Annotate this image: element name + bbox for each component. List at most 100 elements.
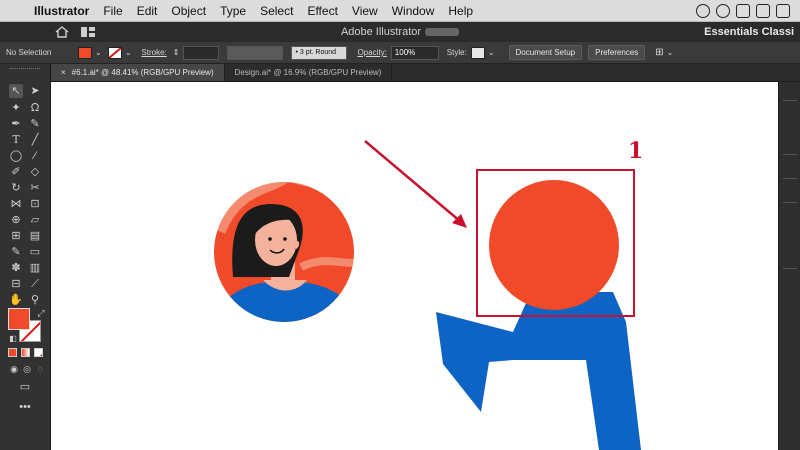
color-mode-button[interactable] <box>8 348 17 357</box>
mesh-tool-icon[interactable]: ⊞ <box>9 229 23 243</box>
hand-tool-icon[interactable]: ✋ <box>9 293 23 307</box>
close-icon[interactable]: × <box>61 68 66 77</box>
menu-view[interactable]: View <box>345 4 385 18</box>
panel-divider <box>783 202 797 203</box>
workspace-switcher[interactable]: Essentials Classi <box>704 26 794 38</box>
panel-divider <box>783 100 797 101</box>
default-colors-icon[interactable]: ◧ <box>6 332 20 346</box>
pen-tool-icon[interactable]: ✒ <box>9 117 23 131</box>
gradient-tool-icon[interactable]: ▤ <box>28 229 42 243</box>
column-graph-tool-icon[interactable]: ▥ <box>28 261 42 275</box>
none-icon <box>39 353 42 356</box>
screen-mode-icon[interactable]: ▭ <box>18 380 32 394</box>
style-label: Style: <box>446 48 467 57</box>
slice-tool-icon[interactable]: ⟋ <box>28 277 42 291</box>
fill-color-box[interactable] <box>8 308 30 330</box>
gradient-mode-button[interactable] <box>21 348 30 357</box>
swap-fill-stroke-icon[interactable]: ⤢ <box>34 306 48 320</box>
fill-swatch[interactable] <box>78 46 92 59</box>
ellipse-tool-icon[interactable]: ◯ <box>9 149 23 163</box>
menu-file[interactable]: File <box>96 4 129 18</box>
annotation-number: 1 <box>628 138 644 164</box>
menu-window[interactable]: Window <box>385 4 442 18</box>
symbol-sprayer-tool-icon[interactable]: ✽ <box>9 261 23 275</box>
perspective-grid-tool-icon[interactable]: ▱ <box>28 213 42 227</box>
edit-toolbar-icon[interactable]: ••• <box>18 400 32 414</box>
cloud-icon[interactable] <box>756 3 770 18</box>
control-bar: No Selection ⌄ ⌄ Stroke: ⇕ • 3 pt. Round… <box>0 42 800 64</box>
tab-document-6-1[interactable]: × #6.1.ai* @ 48.41% (RGB/GPU Preview) <box>51 64 225 81</box>
artwork <box>211 140 641 450</box>
blend-tool-icon[interactable]: ▭ <box>28 245 42 259</box>
scissors-tool-icon[interactable]: ✂ <box>28 181 42 195</box>
menu-app-name[interactable]: Illustrator <box>30 4 96 18</box>
paintbrush-tool-icon[interactable]: ⁄ <box>28 149 42 163</box>
window-title: Adobe Illustrator <box>0 26 800 38</box>
menu-select[interactable]: Select <box>253 4 300 18</box>
variable-width-profile[interactable] <box>227 45 284 60</box>
none-mode-button[interactable] <box>34 348 43 357</box>
menu-bar: Illustrator File Edit Object Type Select… <box>0 0 800 22</box>
stroke-label: Stroke: <box>141 48 167 57</box>
magic-wand-tool-icon[interactable]: ✦ <box>9 101 23 115</box>
draw-behind-icon[interactable]: ◎ <box>20 362 34 376</box>
chevron-down-icon[interactable]: ⌄ <box>95 48 102 57</box>
menu-edit[interactable]: Edit <box>130 4 165 18</box>
status-icons <box>696 3 800 18</box>
panel-divider <box>783 268 797 269</box>
style-swatch[interactable] <box>470 46 485 59</box>
free-transform-tool-icon[interactable]: ⊡ <box>28 197 42 211</box>
curvature-tool-icon[interactable]: ✎ <box>28 117 42 131</box>
artboard-canvas[interactable]: 1 <box>51 82 778 450</box>
record-icon[interactable] <box>696 3 710 18</box>
creative-cloud-icon[interactable] <box>716 3 730 18</box>
avatar-illustration[interactable] <box>211 172 371 330</box>
panel-divider <box>783 154 797 155</box>
shape-builder-tool-icon[interactable]: ⊕ <box>9 213 23 227</box>
panel-divider <box>783 178 797 179</box>
direct-selection-tool-icon[interactable]: ➤ <box>28 84 42 98</box>
stroke-weight-stepper[interactable]: ⇕ <box>173 48 180 57</box>
grid-icon[interactable] <box>776 3 790 18</box>
rotate-tool-icon[interactable]: ↻ <box>9 181 23 195</box>
stroke-swatch[interactable] <box>107 46 122 59</box>
menu-object[interactable]: Object <box>164 4 213 18</box>
selection-tool-icon[interactable]: ↖ <box>9 84 23 98</box>
tools-panel: ↖ ➤ ✦ ᘯ ✒ ✎ T ╱ ◯ ⁄ ✐ ◇ ↻ ✂ ⋈ ⊡ ⊕ ▱ ⊞ ▤ … <box>0 64 51 450</box>
brush-dot-icon: • <box>295 48 298 56</box>
menu-effect[interactable]: Effect <box>300 4 344 18</box>
chevron-down-icon[interactable]: ⌄ <box>488 48 495 57</box>
pencil-tool-icon[interactable]: ✐ <box>9 165 23 179</box>
line-tool-icon[interactable]: ╱ <box>28 133 42 147</box>
right-panel-dock <box>778 82 800 450</box>
opacity-field[interactable]: 100% <box>390 45 439 60</box>
eyedropper-tool-icon[interactable]: ✎ <box>9 245 23 259</box>
blurred-text <box>425 28 460 37</box>
tab-design[interactable]: Design.ai* @ 16.9% (RGB/GPU Preview) <box>225 64 393 81</box>
zoom-tool-icon[interactable]: ⚲ <box>28 293 42 307</box>
width-tool-icon[interactable]: ⋈ <box>9 197 23 211</box>
chevron-down-icon[interactable]: ⌄ <box>667 48 674 57</box>
opacity-label: Opacity: <box>357 48 387 57</box>
artboard-tool-icon[interactable]: ⊟ <box>9 277 23 291</box>
draw-normal-icon[interactable]: ◉ <box>7 362 21 376</box>
type-tool-icon[interactable]: T <box>9 133 23 147</box>
document-setup-button[interactable]: Document Setup <box>508 45 583 60</box>
menu-type[interactable]: Type <box>213 4 253 18</box>
annotation-arrow <box>364 140 467 228</box>
menu-help[interactable]: Help <box>441 4 480 18</box>
no-stroke-icon <box>108 47 121 58</box>
brush-definition[interactable]: • 3 pt. Round <box>291 45 348 60</box>
preferences-button[interactable]: Preferences <box>588 45 646 60</box>
app-title-bar: Adobe Illustrator Essentials Classi <box>0 22 800 42</box>
head-circle[interactable] <box>489 180 619 310</box>
align-icon[interactable]: ⊞ <box>655 47 663 58</box>
lasso-tool-icon[interactable]: ᘯ <box>28 101 42 115</box>
document-icon[interactable] <box>736 3 750 18</box>
stroke-weight-field[interactable] <box>183 45 220 60</box>
draw-inside-icon[interactable]: ◌ <box>33 362 47 376</box>
panel-grip[interactable] <box>10 68 40 71</box>
chevron-down-icon[interactable]: ⌄ <box>125 48 132 57</box>
eraser-tool-icon[interactable]: ◇ <box>28 165 42 179</box>
document-tabs: × #6.1.ai* @ 48.41% (RGB/GPU Preview) Des… <box>51 64 800 82</box>
